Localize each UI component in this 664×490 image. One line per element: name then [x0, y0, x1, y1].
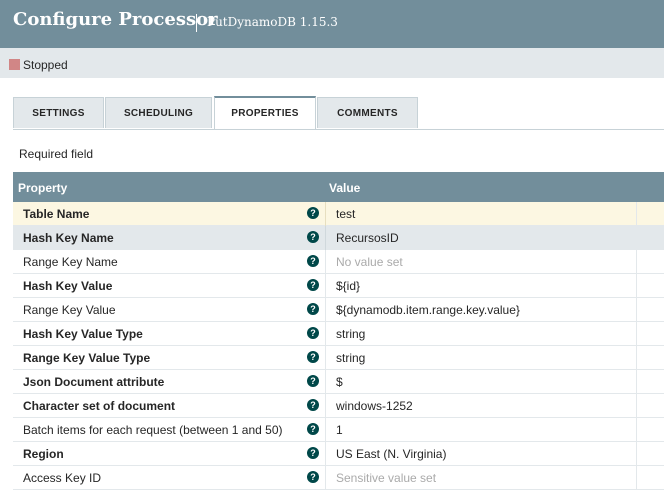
tab-label: COMMENTS: [337, 107, 398, 119]
dialog-title: Configure Processor: [13, 9, 218, 30]
property-name: Hash Key Name: [23, 231, 114, 245]
question-circle-icon[interactable]: ?: [307, 279, 319, 291]
dialog-header: Configure Processor PutDynamoDB 1.15.3: [0, 0, 664, 48]
column-divider: [325, 442, 326, 466]
column-header-value[interactable]: Value: [329, 181, 360, 195]
column-divider: [636, 202, 637, 226]
column-header-property[interactable]: Property: [18, 181, 67, 195]
property-name: Range Key Value: [23, 303, 116, 317]
property-value[interactable]: Sensitive value set: [336, 471, 436, 485]
tab-bar: SETTINGS SCHEDULING PROPERTIES COMMENTS: [13, 96, 664, 130]
property-name: Table Name: [23, 207, 90, 221]
property-name: Json Document attribute: [23, 375, 165, 389]
table-row[interactable]: Range Key Value? ${dynamodb.item.range.ke…: [13, 298, 664, 322]
tab-label: SCHEDULING: [123, 107, 194, 119]
property-name: Batch items for each request (between 1 …: [23, 423, 283, 437]
column-divider: [636, 442, 637, 466]
run-status: Stopped: [23, 58, 68, 72]
property-value[interactable]: US East (N. Virginia): [336, 447, 446, 461]
column-divider: [636, 322, 637, 346]
column-divider: [636, 274, 637, 298]
property-value[interactable]: RecursosID: [336, 231, 399, 245]
tab-label: SETTINGS: [32, 107, 85, 119]
tab-properties[interactable]: PROPERTIES: [214, 96, 316, 129]
table-header: Property Value: [13, 172, 664, 202]
table-row[interactable]: Range Key Name? No value set: [13, 250, 664, 274]
question-circle-icon[interactable]: ?: [307, 231, 319, 243]
tab-scheduling[interactable]: SCHEDULING: [105, 97, 212, 128]
table-row[interactable]: Table Name? test: [13, 202, 664, 226]
tab-settings[interactable]: SETTINGS: [13, 97, 104, 128]
column-divider: [325, 394, 326, 418]
property-value[interactable]: test: [336, 207, 355, 221]
tab-comments[interactable]: COMMENTS: [317, 97, 418, 128]
table-row[interactable]: Access Key ID? Sensitive value set: [13, 466, 664, 490]
column-divider: [325, 202, 326, 226]
column-divider: [325, 226, 326, 250]
property-name: Range Key Name: [23, 255, 118, 269]
table-row[interactable]: Json Document attribute? $: [13, 370, 664, 394]
column-divider: [325, 466, 326, 490]
column-divider: [325, 274, 326, 298]
table-row[interactable]: Character set of document? windows-1252: [13, 394, 664, 418]
table-row[interactable]: Region? US East (N. Virginia): [13, 442, 664, 466]
property-value[interactable]: ${dynamodb.item.range.key.value}: [336, 303, 520, 317]
column-divider: [325, 370, 326, 394]
property-name: Access Key ID: [23, 471, 102, 485]
required-field-note: Required field: [19, 147, 94, 161]
column-divider: [636, 418, 637, 442]
stop-square-icon: [9, 59, 20, 70]
processor-type: PutDynamoDB 1.15.3: [207, 15, 338, 29]
column-divider: [636, 370, 637, 394]
table-row[interactable]: Batch items for each request (between 1 …: [13, 418, 664, 442]
question-circle-icon[interactable]: ?: [307, 351, 319, 363]
tab-label: PROPERTIES: [231, 108, 299, 119]
property-name: Range Key Value Type: [23, 351, 151, 365]
table-row[interactable]: Range Key Value Type? string: [13, 346, 664, 370]
property-value[interactable]: No value set: [336, 255, 403, 269]
question-circle-icon[interactable]: ?: [307, 399, 319, 411]
table-row[interactable]: Hash Key Value? ${id}: [13, 274, 664, 298]
column-divider: [325, 418, 326, 442]
question-circle-icon[interactable]: ?: [307, 471, 319, 483]
property-name: Region: [23, 447, 64, 461]
status-bar: [0, 48, 664, 78]
property-name: Character set of document: [23, 399, 176, 413]
table-row[interactable]: Hash Key Name? RecursosID: [13, 226, 664, 250]
column-divider: [325, 322, 326, 346]
question-circle-icon[interactable]: ?: [307, 303, 319, 315]
column-divider: [636, 394, 637, 418]
question-circle-icon[interactable]: ?: [307, 447, 319, 459]
column-divider: [636, 298, 637, 322]
column-divider: [325, 250, 326, 274]
column-divider: [325, 298, 326, 322]
question-circle-icon[interactable]: ?: [307, 327, 319, 339]
title-divider: [196, 14, 197, 32]
property-value[interactable]: ${id}: [336, 279, 360, 293]
question-circle-icon[interactable]: ?: [307, 207, 319, 219]
property-value[interactable]: string: [336, 327, 365, 341]
property-value[interactable]: 1: [336, 423, 343, 437]
property-name: Hash Key Value Type: [23, 327, 143, 341]
column-divider: [325, 346, 326, 370]
table-row[interactable]: Hash Key Value Type? string: [13, 322, 664, 346]
question-circle-icon[interactable]: ?: [307, 255, 319, 267]
question-circle-icon[interactable]: ?: [307, 423, 319, 435]
property-value[interactable]: string: [336, 351, 365, 365]
properties-table: Property Value Table Name? test Hash Key N…: [13, 172, 664, 490]
property-value[interactable]: $: [336, 375, 343, 389]
property-name: Hash Key Value: [23, 279, 113, 293]
column-divider: [636, 346, 637, 370]
column-divider: [636, 250, 637, 274]
column-divider: [636, 226, 637, 250]
column-divider: [636, 466, 637, 490]
question-circle-icon[interactable]: ?: [307, 375, 319, 387]
property-value[interactable]: windows-1252: [336, 399, 413, 413]
